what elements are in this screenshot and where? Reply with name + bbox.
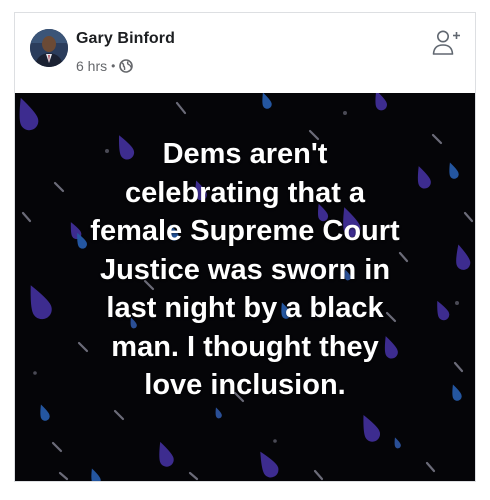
quote-line: celebrating that a bbox=[124, 176, 366, 209]
add-friend-icon[interactable] bbox=[432, 27, 462, 57]
quote-line: love inclusion. bbox=[144, 369, 346, 401]
post-meta: 6 hrs • bbox=[76, 58, 134, 74]
quote-line: man. I thought they bbox=[111, 330, 379, 363]
globe-icon bbox=[119, 59, 134, 73]
quote-line: female Supreme Court bbox=[90, 215, 400, 247]
post-image[interactable]: Dems aren't celebrating that a female Su… bbox=[15, 93, 475, 481]
avatar[interactable] bbox=[30, 29, 68, 67]
author-name[interactable]: Gary Binford bbox=[76, 30, 175, 48]
post-card: Gary Binford 6 hrs • Dems aren't celebra… bbox=[14, 12, 476, 482]
quote-line: last night by a black bbox=[106, 292, 384, 324]
quote-line: Dems aren't bbox=[162, 138, 328, 170]
quote-line: Justice was sworn in bbox=[99, 253, 391, 286]
meta-separator: • bbox=[111, 59, 116, 73]
post-header: Gary Binford 6 hrs • bbox=[15, 13, 475, 93]
post-timestamp[interactable]: 6 hrs bbox=[76, 58, 107, 74]
image-quote-text: Dems aren't celebrating that a female Su… bbox=[15, 135, 475, 405]
